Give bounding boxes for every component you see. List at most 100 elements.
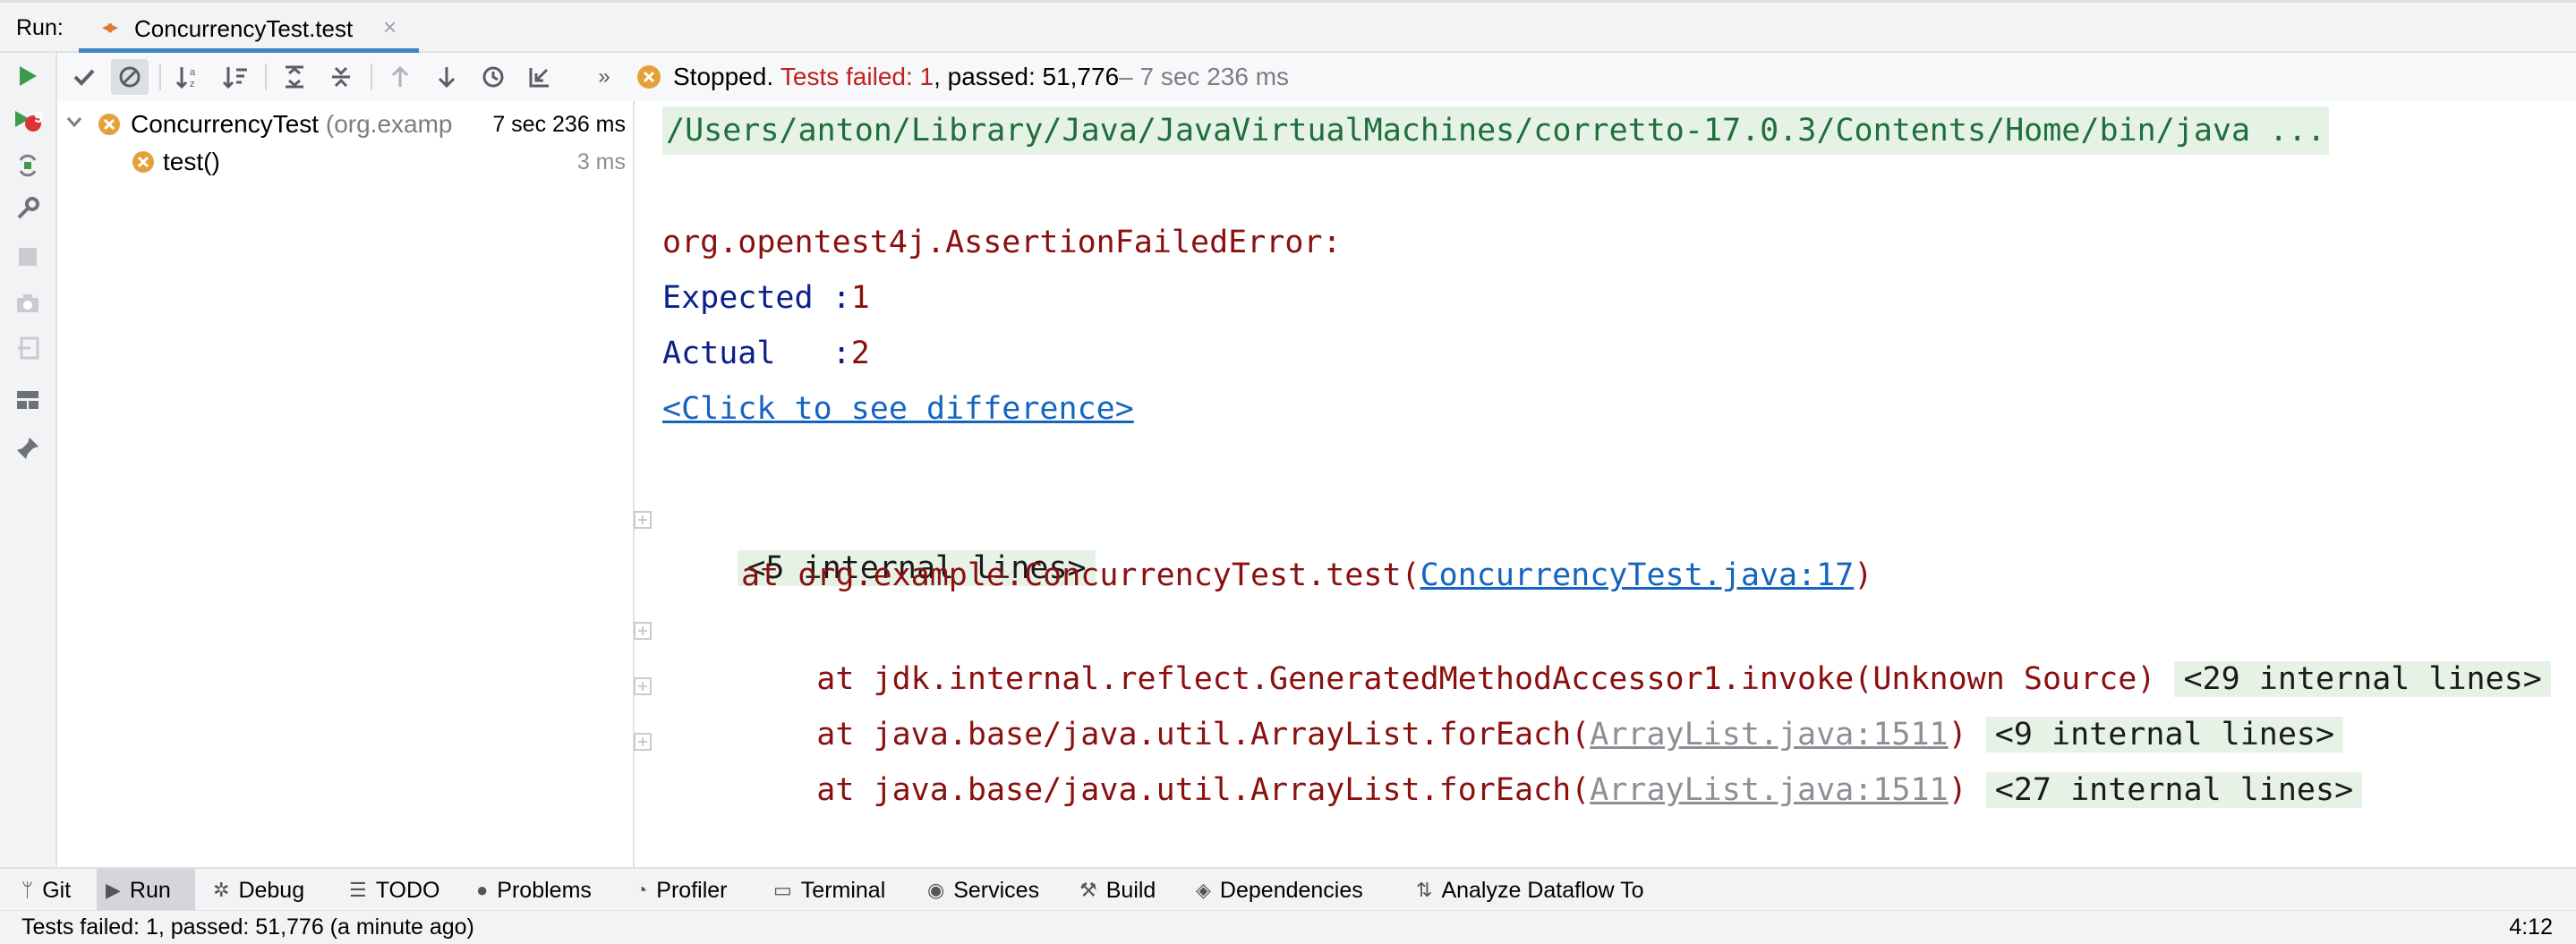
sort-alpha-icon: az bbox=[175, 67, 196, 89]
tool-window-label: Build bbox=[1105, 877, 1156, 903]
click-to-see-difference-link[interactable]: <Click to see difference> bbox=[662, 391, 1134, 427]
stack-trace-line: at java.base/java.util.ArrayList.forEach… bbox=[634, 662, 2344, 753]
test-ignored-status-icon bbox=[132, 151, 154, 173]
tool-window-label: Problems bbox=[497, 877, 592, 903]
tool-window-problems[interactable]: ● Problems bbox=[467, 869, 601, 912]
status-bar-message[interactable]: Tests failed: 1, passed: 51,776 (a minut… bbox=[21, 914, 474, 940]
stack-trace-line: at jdk.internal.reflect.GeneratedMethodA… bbox=[634, 607, 2551, 697]
stop-icon bbox=[19, 248, 37, 266]
stack-frame-suffix: ) bbox=[1854, 557, 1873, 593]
toggle-auto-test-icon bbox=[19, 154, 37, 177]
next-failed-button[interactable] bbox=[428, 59, 465, 95]
screenshot-button[interactable] bbox=[9, 285, 47, 321]
collapse-all-button[interactable] bbox=[322, 59, 360, 95]
expand-fold-icon[interactable] bbox=[634, 511, 652, 529]
tool-window-analyze-dataflow[interactable]: ⇅ Analyze Dataflow To bbox=[1407, 869, 1653, 912]
tool-window-profiler[interactable]: ◔ Profiler bbox=[627, 869, 736, 912]
layout-icon bbox=[17, 391, 38, 409]
run-tool-window-header: Run: ◂▸ ConcurrencyTest.test × bbox=[0, 3, 2576, 53]
test-class-label: ConcurrencyTest (org.examp bbox=[131, 110, 453, 139]
toolbar-separator bbox=[265, 64, 267, 90]
tool-window-debug[interactable]: ✲ Debug bbox=[204, 869, 313, 912]
pin-icon bbox=[17, 438, 38, 459]
rerun-button[interactable] bbox=[9, 58, 47, 94]
tool-window-run[interactable]: ▶ Run bbox=[97, 869, 195, 912]
toolbar-separator bbox=[371, 64, 372, 90]
previous-failed-button[interactable] bbox=[381, 59, 419, 95]
debug-bug-icon: ✲ bbox=[213, 879, 230, 901]
history-button[interactable] bbox=[474, 59, 512, 95]
more-chevrons-icon: » bbox=[598, 64, 610, 89]
fold-line-1: <5 internal lines> bbox=[634, 496, 1096, 586]
status-bar: Tests failed: 1, passed: 51,776 (a minut… bbox=[0, 910, 2576, 944]
failed-count-badge: 9 bbox=[34, 108, 44, 126]
history-icon bbox=[482, 66, 504, 88]
close-icon[interactable]: × bbox=[383, 13, 397, 41]
run-config-tab-label: ConcurrencyTest.test bbox=[134, 15, 354, 42]
layout-button[interactable] bbox=[9, 382, 47, 418]
next-failed-icon bbox=[438, 67, 456, 89]
source-link[interactable]: ConcurrencyTest.java:17 bbox=[1420, 557, 1855, 593]
show-passed-icon bbox=[73, 69, 95, 86]
previous-failed-icon bbox=[391, 65, 409, 87]
source-link[interactable]: ArrayList.java:1511 bbox=[1590, 772, 1948, 808]
expand-fold-icon[interactable] bbox=[634, 733, 652, 751]
tool-window-label: Services bbox=[953, 877, 1040, 903]
sort-alphabetically-button[interactable]: az bbox=[170, 59, 208, 95]
test-console-output[interactable]: /Users/anton/Library/Java/JavaVirtualMac… bbox=[634, 101, 2576, 867]
export-button[interactable] bbox=[9, 330, 47, 366]
test-ignored-status-icon bbox=[98, 114, 120, 135]
tool-window-label: Profiler bbox=[656, 877, 728, 903]
stack-frame-text: at java.base/java.util.ArrayList.forEach… bbox=[816, 772, 1591, 808]
tool-window-dependencies[interactable]: ◈ Dependencies bbox=[1187, 869, 1372, 912]
assertion-error-class: org.opentest4j.AssertionFailedError: bbox=[662, 225, 1342, 260]
expected-value: 1 bbox=[850, 280, 870, 316]
tool-window-services[interactable]: ◉ Services bbox=[918, 869, 1048, 912]
sort-by-duration-button[interactable] bbox=[217, 59, 254, 95]
more-actions-button[interactable]: » bbox=[585, 59, 623, 95]
import-tests-button[interactable] bbox=[521, 59, 559, 95]
tool-window-terminal[interactable]: ▭ Terminal bbox=[764, 869, 894, 912]
run-config-tab[interactable]: ◂▸ ConcurrencyTest.test × bbox=[79, 3, 419, 53]
expected-line: Expected :1 bbox=[662, 274, 870, 322]
settings-button[interactable] bbox=[9, 191, 47, 226]
test-method-duration: 3 ms bbox=[576, 149, 626, 174]
svg-text:a: a bbox=[190, 67, 196, 78]
tree-node-test-method[interactable]: test() 3 ms bbox=[57, 142, 633, 180]
dependencies-icon: ◈ bbox=[1196, 879, 1211, 901]
pin-button[interactable] bbox=[9, 430, 47, 466]
test-config-icon: ◂▸ bbox=[102, 15, 118, 38]
show-passed-button[interactable] bbox=[65, 59, 103, 95]
diff-line: <Click to see difference> bbox=[662, 385, 1134, 433]
chevron-down-icon[interactable] bbox=[64, 112, 84, 132]
show-ignored-button[interactable] bbox=[111, 59, 149, 95]
tool-window-todo[interactable]: ☰ TODO bbox=[340, 869, 449, 912]
stopped-status-icon bbox=[637, 65, 661, 89]
actual-line: Actual :2 bbox=[662, 329, 870, 378]
stop-button[interactable] bbox=[9, 239, 47, 275]
test-method-name: test() bbox=[163, 148, 220, 175]
test-run-status: Stopped. Tests failed: 1, passed: 51,776… bbox=[635, 53, 1289, 101]
java-command-line[interactable]: /Users/anton/Library/Java/JavaVirtualMac… bbox=[662, 106, 2330, 155]
expand-all-button[interactable] bbox=[276, 59, 313, 95]
internal-lines-fold[interactable]: <27 internal lines> bbox=[1985, 772, 2363, 808]
expand-fold-icon[interactable] bbox=[634, 677, 652, 695]
settings-wrench-icon bbox=[17, 197, 39, 219]
tree-node-test-class[interactable]: ConcurrencyTest (org.examp 7 sec 236 ms bbox=[57, 105, 633, 142]
expand-fold-icon[interactable] bbox=[634, 622, 652, 640]
tool-window-label: Terminal bbox=[800, 877, 886, 903]
sort-duration-icon bbox=[222, 67, 247, 89]
stack-frame-suffix: ) bbox=[1948, 772, 1967, 808]
run-side-toolbar: 9 bbox=[0, 53, 57, 867]
tool-window-git[interactable]: ᛘ Git bbox=[13, 869, 80, 912]
show-ignored-icon bbox=[119, 66, 141, 88]
export-icon bbox=[18, 336, 39, 360]
expected-label: Expected : bbox=[662, 280, 851, 316]
rerun-failed-button[interactable]: 9 bbox=[9, 103, 47, 139]
caret-position[interactable]: 4:12 bbox=[2509, 914, 2553, 940]
toggle-auto-test-button[interactable] bbox=[9, 148, 47, 183]
services-icon: ◉ bbox=[927, 879, 945, 901]
tool-window-build[interactable]: ⚒ Build bbox=[1070, 869, 1164, 912]
status-duration: – 7 sec 236 ms bbox=[1119, 63, 1290, 90]
git-branch-icon: ᛘ bbox=[21, 879, 34, 901]
